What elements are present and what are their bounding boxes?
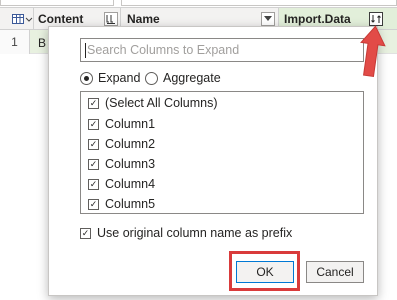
expand-binary-button[interactable] <box>104 12 118 26</box>
prefix-option[interactable]: ✓ Use original column name as prefix <box>80 223 292 243</box>
aggregate-radio-label: Aggregate <box>163 71 221 85</box>
expand-radio-label: Expand <box>98 71 141 85</box>
column-list-item[interactable]: ✓ Column5 <box>88 194 155 214</box>
ok-button-label: OK <box>256 265 274 279</box>
name-box-fragment <box>0 0 114 6</box>
table-icon <box>12 13 33 24</box>
name-filter-button[interactable] <box>261 12 275 26</box>
row-number: 1 <box>0 30 30 54</box>
search-placeholder: Search Columns to Expand <box>87 43 240 57</box>
expand-columns-icon <box>371 15 381 23</box>
column-list-item-label: Column4 <box>105 177 156 191</box>
row-content-cell[interactable]: B <box>38 36 46 50</box>
expand-binary-icon <box>106 15 115 24</box>
column-list-item-label: Column1 <box>105 117 156 131</box>
header-import-data-label: Import.Data <box>284 11 351 26</box>
chevron-down-icon <box>264 16 272 21</box>
column-list-item[interactable]: ✓ Column3 <box>88 154 155 174</box>
formula-box-fragment <box>121 0 397 6</box>
column-list-item[interactable]: ✓ Column2 <box>88 134 155 154</box>
expand-radio-option[interactable]: Expand <box>80 71 140 85</box>
column-list-item[interactable]: ✓ Column4 <box>88 174 155 194</box>
column-list-item-label: Column3 <box>105 157 156 171</box>
text-cursor <box>85 42 86 58</box>
aggregate-radio-option[interactable]: Aggregate <box>145 71 221 85</box>
expand-radio[interactable] <box>80 71 93 85</box>
column1-checkbox[interactable]: ✓ <box>88 118 99 130</box>
column-list-item-label: Column2 <box>105 137 156 151</box>
header-name-label: Name <box>127 11 160 26</box>
column3-checkbox[interactable]: ✓ <box>88 158 99 170</box>
column4-checkbox[interactable]: ✓ <box>88 178 99 190</box>
header-divider <box>33 8 34 29</box>
red-arrow-icon <box>360 25 386 78</box>
search-columns-input[interactable]: Search Columns to Expand <box>80 38 364 62</box>
column-list-item[interactable]: ✓ (Select All Columns) <box>88 93 218 113</box>
select-all-checkbox[interactable]: ✓ <box>88 97 99 109</box>
prefix-option-label: Use original column name as prefix <box>97 226 293 240</box>
row-number-label: 1 <box>11 35 18 49</box>
radio-selected-dot <box>84 75 89 81</box>
table-menu-button[interactable] <box>12 8 34 29</box>
prefix-checkbox[interactable]: ✓ <box>80 227 91 239</box>
aggregate-radio[interactable] <box>145 71 158 85</box>
cancel-button-label: Cancel <box>316 265 354 279</box>
header-content-label: Content <box>38 11 84 26</box>
ok-button[interactable]: OK <box>236 261 294 283</box>
cancel-button[interactable]: Cancel <box>306 261 364 283</box>
column-list-item-label: (Select All Columns) <box>105 96 218 110</box>
column5-checkbox[interactable]: ✓ <box>88 198 99 210</box>
column2-checkbox[interactable]: ✓ <box>88 138 99 150</box>
column-list-item-label: Column5 <box>105 197 156 211</box>
column-list-item[interactable]: ✓ Column1 <box>88 114 155 134</box>
